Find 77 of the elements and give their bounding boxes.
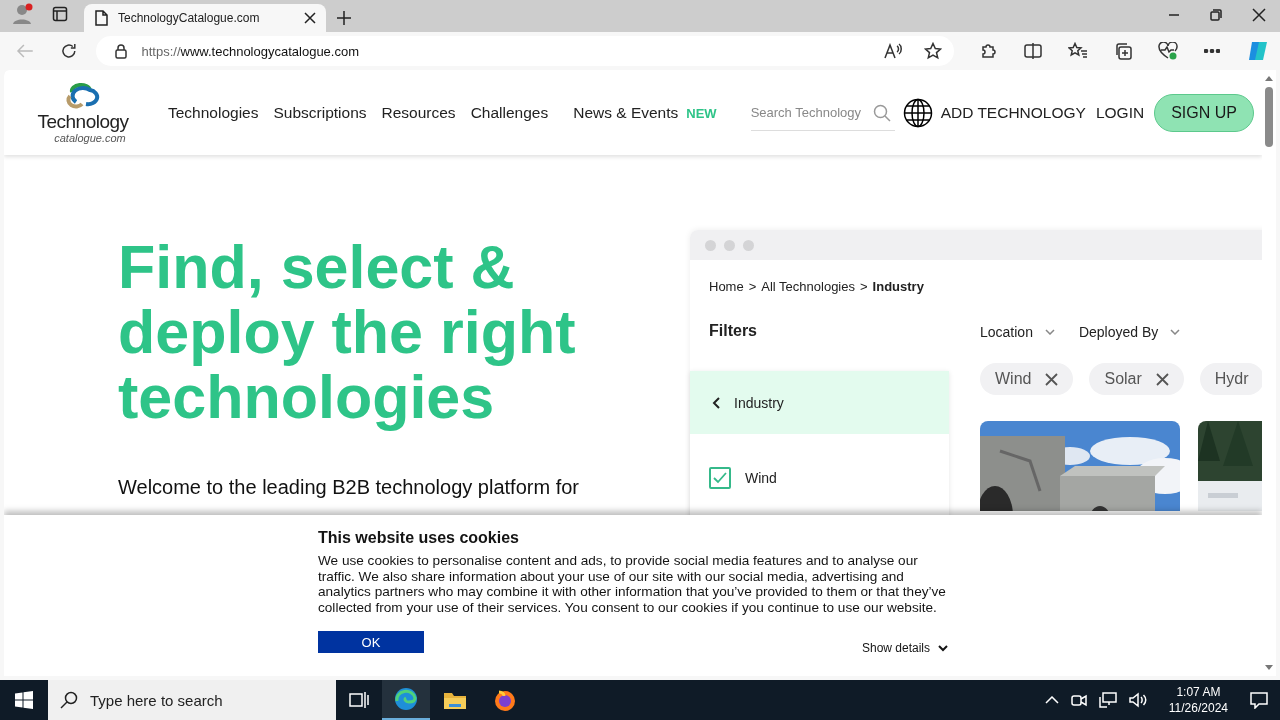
meet-icon[interactable] xyxy=(1070,692,1087,708)
globe-icon[interactable] xyxy=(902,97,933,128)
scroll-down-icon[interactable] xyxy=(1265,665,1273,670)
chevron-down-icon xyxy=(1170,329,1181,335)
collections-icon[interactable] xyxy=(1114,42,1132,60)
search-icon xyxy=(60,691,78,709)
remove-icon xyxy=(1045,372,1059,386)
close-icon[interactable] xyxy=(304,12,316,24)
edge-icon[interactable] xyxy=(394,687,418,711)
ok-button[interactable]: OK xyxy=(318,631,424,653)
clock-time: 1:07 AM xyxy=(1175,684,1222,700)
lock-icon xyxy=(113,43,128,59)
tab-actions-icon[interactable] xyxy=(52,6,68,22)
page-icon xyxy=(94,10,108,26)
favorites-icon[interactable] xyxy=(1068,42,1088,60)
read-aloud-icon[interactable] xyxy=(884,43,902,59)
search-placeholder: Type here to search xyxy=(90,691,223,709)
taskbar-search-field[interactable]: Type here to search xyxy=(48,680,336,720)
back-chevron-icon xyxy=(712,396,720,409)
copilot-icon[interactable] xyxy=(1246,39,1270,63)
logo-wordmark: Technology xyxy=(37,111,129,132)
new-label: NEW xyxy=(686,105,717,121)
chevron-up-icon[interactable] xyxy=(1044,696,1059,704)
nav-link[interactable]: Technologies xyxy=(168,103,259,122)
task-view-icon[interactable] xyxy=(349,691,369,709)
breadcrumb: Home > All Technologies > Industry xyxy=(708,278,925,294)
login-link[interactable]: LOGIN xyxy=(1095,103,1145,122)
close-icon[interactable] xyxy=(1252,8,1266,22)
network-icon[interactable] xyxy=(1098,692,1117,708)
filter-chip[interactable]: Wind xyxy=(980,363,1074,395)
tab-title: TechnologyCatalogue.com xyxy=(118,11,261,25)
url-text: https://www.technologycatalogue.com xyxy=(141,43,361,59)
scroll-up-icon[interactable] xyxy=(1265,76,1273,81)
window-dots-icon xyxy=(705,239,754,251)
reload-icon[interactable] xyxy=(59,42,78,60)
filter-chip[interactable]: Hydr xyxy=(1199,363,1262,395)
browser-tab[interactable]: TechnologyCatalogue.com xyxy=(84,4,326,32)
remove-icon xyxy=(1155,372,1169,386)
extensions-icon[interactable] xyxy=(980,42,998,60)
category-label: Industry xyxy=(734,394,784,411)
nav-link[interactable]: Challenges xyxy=(470,103,549,122)
filter-dropdown[interactable]: Deployed By xyxy=(1078,324,1181,340)
profile-icon[interactable] xyxy=(12,3,34,25)
chevron-down-icon xyxy=(938,644,948,652)
sign-up-button[interactable]: SIGN UP xyxy=(1154,93,1254,132)
favorite-icon[interactable] xyxy=(924,42,942,60)
check-icon xyxy=(713,472,727,484)
firefox-icon[interactable] xyxy=(493,688,517,712)
new-tab-icon[interactable] xyxy=(336,10,352,26)
hero-intro: Welcome to the leading B2B technology platform for xyxy=(118,475,580,500)
more-icon[interactable] xyxy=(1204,49,1220,53)
filters-heading: Filters xyxy=(708,322,758,341)
nav-link[interactable]: Subscriptions xyxy=(273,103,367,122)
volume-icon[interactable] xyxy=(1128,692,1147,708)
filter-dropdown[interactable]: Location xyxy=(980,324,1055,340)
checkbox[interactable] xyxy=(709,467,731,489)
address-field[interactable]: https://www.technologycatalogue.com xyxy=(95,36,954,66)
nav-link[interactable]: Resources xyxy=(381,103,456,122)
option-label: Wind xyxy=(745,470,777,486)
show-details-link[interactable]: Show details xyxy=(861,641,948,655)
cookie-title: This website uses cookies xyxy=(318,529,520,547)
browser-health-icon[interactable] xyxy=(1158,42,1178,60)
notifications-icon[interactable] xyxy=(1250,691,1268,709)
category-row[interactable]: Industry xyxy=(690,371,949,434)
hero-headline: Find, select & deploy the right technologies xyxy=(118,235,577,430)
nav-link[interactable]: News & Events xyxy=(573,103,679,122)
restore-icon[interactable] xyxy=(1210,9,1222,21)
scrollbar-thumb[interactable] xyxy=(1265,87,1273,147)
clock-date: 11/26/2024 xyxy=(1168,700,1228,716)
windows-icon[interactable] xyxy=(15,691,33,709)
chevron-down-icon xyxy=(1044,329,1055,335)
folder-icon[interactable] xyxy=(443,690,467,710)
filter-chip[interactable]: Solar xyxy=(1089,363,1184,395)
split-screen-icon[interactable] xyxy=(1024,42,1042,60)
logo-tagline: catalogue.com xyxy=(54,131,126,144)
add-technology-link[interactable]: ADD TECHNOLOGY xyxy=(940,103,1086,122)
cookie-text: We use cookies to personalise content and ads, to provide social media features and to analyse our traffic. We also share information about your use of our site with our social media, advertising and analytics partners who may combine it with other information that you’ve provided to them or that they’ve collected from your use of their services. You consent to our cookies if you continue to use our website. xyxy=(318,553,947,615)
